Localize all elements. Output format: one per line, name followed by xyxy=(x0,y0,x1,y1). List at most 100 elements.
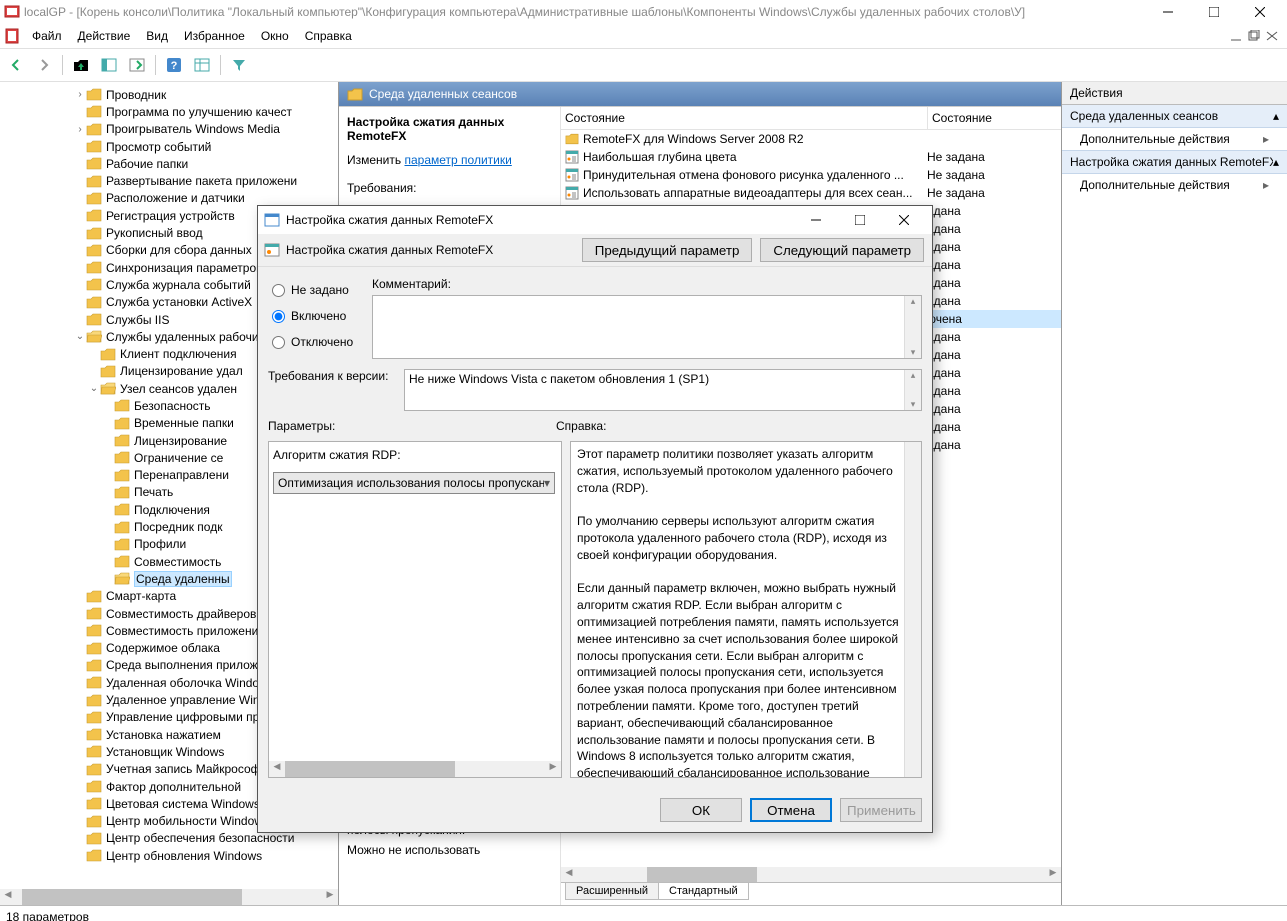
collapse-icon: ▴ xyxy=(1273,155,1279,169)
forward-button[interactable] xyxy=(32,53,56,77)
help-text: Этот параметр политики позволяет указать… xyxy=(577,446,903,778)
help-header: Справка: xyxy=(556,419,606,437)
requirements-label: Требования: xyxy=(347,181,552,195)
params-h-scrollbar[interactable]: ◀ ▶ xyxy=(269,761,561,777)
up-folder-button[interactable] xyxy=(69,53,93,77)
help-button[interactable]: ? xyxy=(162,53,186,77)
list-item[interactable]: RemoteFX для Windows Server 2008 R2 xyxy=(561,130,1061,148)
mdi-minimize-icon[interactable] xyxy=(1229,30,1243,42)
tree-node[interactable]: ›Проигрыватель Windows Media xyxy=(0,121,338,138)
svg-text:?: ? xyxy=(171,60,178,72)
minimize-button[interactable] xyxy=(1145,0,1191,24)
actions-group-1[interactable]: Среда удаленных сеансов ▴ xyxy=(1062,105,1287,128)
tab-extended[interactable]: Расширенный xyxy=(565,883,659,900)
menu-window[interactable]: Окно xyxy=(253,27,297,45)
col-state-1[interactable]: Состояние xyxy=(561,107,928,129)
dialog-close-button[interactable] xyxy=(882,206,926,234)
radio-enabled[interactable]: Включено xyxy=(272,309,362,323)
list-item[interactable]: Использовать аппаратные видеоадаптеры дл… xyxy=(561,184,1061,202)
tree-node[interactable]: Центр обновления Windows xyxy=(0,847,338,864)
ok-button[interactable]: ОК xyxy=(660,798,742,822)
dialog-minimize-button[interactable] xyxy=(794,206,838,234)
algorithm-value: Оптимизация использования полосы пропуск… xyxy=(278,476,544,490)
edit-label: Изменить xyxy=(347,153,401,167)
comment-field[interactable]: ▴▾ xyxy=(372,295,922,359)
parameters-box: Алгоритм сжатия RDP: Оптимизация использ… xyxy=(268,441,562,778)
dialog-buttons: ОК Отмена Применить xyxy=(258,788,932,832)
dialog-subheader: Настройка сжатия данных RemoteFX Предыду… xyxy=(258,234,932,267)
cancel-button[interactable]: Отмена xyxy=(750,798,832,822)
req-scrollbar[interactable]: ▴▾ xyxy=(904,370,921,410)
edit-policy-link[interactable]: параметр политики xyxy=(404,153,511,167)
tree-h-scrollbar[interactable]: ◀ ▶ xyxy=(0,889,338,905)
radio-disabled[interactable]: Отключено xyxy=(272,335,362,349)
requirements-value: Не ниже Windows Vista с пакетом обновлен… xyxy=(409,372,709,386)
menu-file[interactable]: Файл xyxy=(24,27,70,45)
desc-line-2: Можно не использовать xyxy=(347,843,480,857)
dialog-subtitle: Настройка сжатия данных RemoteFX xyxy=(286,243,582,257)
status-text: 18 параметров xyxy=(6,910,89,921)
tab-standard[interactable]: Стандартный xyxy=(658,883,749,900)
state-radios: Не задано Включено Отключено xyxy=(268,277,362,359)
show-hide-tree-button[interactable] xyxy=(97,53,121,77)
radio-not-configured[interactable]: Не задано xyxy=(272,283,362,297)
view-tabs: Расширенный Стандартный xyxy=(561,882,1061,905)
actions-group-2-label: Настройка сжатия данных RemoteFX xyxy=(1070,155,1273,169)
list-columns[interactable]: Состояние Состояние xyxy=(561,107,1061,130)
list-item[interactable]: Наибольшая глубина цветаНе задана xyxy=(561,148,1061,166)
menu-fav[interactable]: Избранное xyxy=(176,27,253,45)
status-bar: 18 параметров xyxy=(0,905,1287,921)
back-button[interactable] xyxy=(4,53,28,77)
policy-name: Настройка сжатия данных RemoteFX xyxy=(347,115,552,143)
tree-node[interactable]: ›Проводник xyxy=(0,86,338,103)
menu-view[interactable]: Вид xyxy=(138,27,176,45)
policy-icon xyxy=(264,242,280,258)
tree-node[interactable]: Программа по улучшению качест xyxy=(0,103,338,120)
title-bar: localGP - [Корень консоли\Политика "Лока… xyxy=(0,0,1287,24)
chevron-down-icon: ▾ xyxy=(544,476,550,490)
dialog-icon xyxy=(264,212,280,228)
actions-header: Действия xyxy=(1062,82,1287,105)
collapse-icon: ▴ xyxy=(1273,109,1279,123)
menu-bar: Файл Действие Вид Избранное Окно Справка xyxy=(0,24,1287,49)
dialog-maximize-button[interactable] xyxy=(838,206,882,234)
close-button[interactable] xyxy=(1237,0,1283,24)
app-icon xyxy=(4,4,20,20)
export-button[interactable] xyxy=(125,53,149,77)
col-state-2[interactable]: Состояние xyxy=(928,107,1061,129)
maximize-button[interactable] xyxy=(1191,0,1237,24)
details-title: Среда удаленных сеансов xyxy=(369,87,517,101)
dialog-titlebar: Настройка сжатия данных RemoteFX xyxy=(258,206,932,234)
filter-button[interactable] xyxy=(227,53,251,77)
details-header: Среда удаленных сеансов xyxy=(339,82,1061,106)
list-item[interactable]: Принудительная отмена фонового рисунка у… xyxy=(561,166,1061,184)
mdi-close-icon[interactable] xyxy=(1265,30,1279,42)
doc-icon xyxy=(4,28,20,44)
menu-action[interactable]: Действие xyxy=(70,27,139,45)
tree-node[interactable]: Просмотр событий xyxy=(0,138,338,155)
actions-group-2[interactable]: Настройка сжатия данных RemoteFX ▴ xyxy=(1062,150,1287,174)
tree-node[interactable]: Развертывание пакета приложени xyxy=(0,172,338,189)
mdi-restore-icon[interactable] xyxy=(1247,30,1261,42)
apply-button[interactable]: Применить xyxy=(840,798,922,822)
actions-panel: Действия Среда удаленных сеансов ▴ Допол… xyxy=(1062,82,1287,905)
prev-setting-button[interactable]: Предыдущий параметр xyxy=(582,238,753,262)
comment-scrollbar[interactable]: ▴▾ xyxy=(904,296,921,358)
help-scrollbar[interactable] xyxy=(904,442,921,777)
param-name: Алгоритм сжатия RDP: xyxy=(273,448,557,462)
requirements-version-label: Требования к версии: xyxy=(268,369,394,383)
actions-item-1[interactable]: Дополнительные действия ▸ xyxy=(1062,128,1287,150)
list-h-scrollbar[interactable]: ◀ ▶ xyxy=(561,867,1061,883)
tree-node[interactable]: Рабочие папки xyxy=(0,155,338,172)
params-header: Параметры: xyxy=(268,419,556,437)
comment-label: Комментарий: xyxy=(372,277,922,291)
menu-help[interactable]: Справка xyxy=(297,27,360,45)
folder-open-icon xyxy=(347,87,363,101)
next-setting-button[interactable]: Следующий параметр xyxy=(760,238,924,262)
algorithm-dropdown[interactable]: Оптимизация использования полосы пропуск… xyxy=(273,472,555,494)
toolbar: ? xyxy=(0,49,1287,82)
properties-button[interactable] xyxy=(190,53,214,77)
window-title: localGP - [Корень консоли\Политика "Лока… xyxy=(24,5,1145,19)
help-box: Этот параметр политики позволяет указать… xyxy=(570,441,922,778)
actions-item-2[interactable]: Дополнительные действия ▸ xyxy=(1062,174,1287,196)
